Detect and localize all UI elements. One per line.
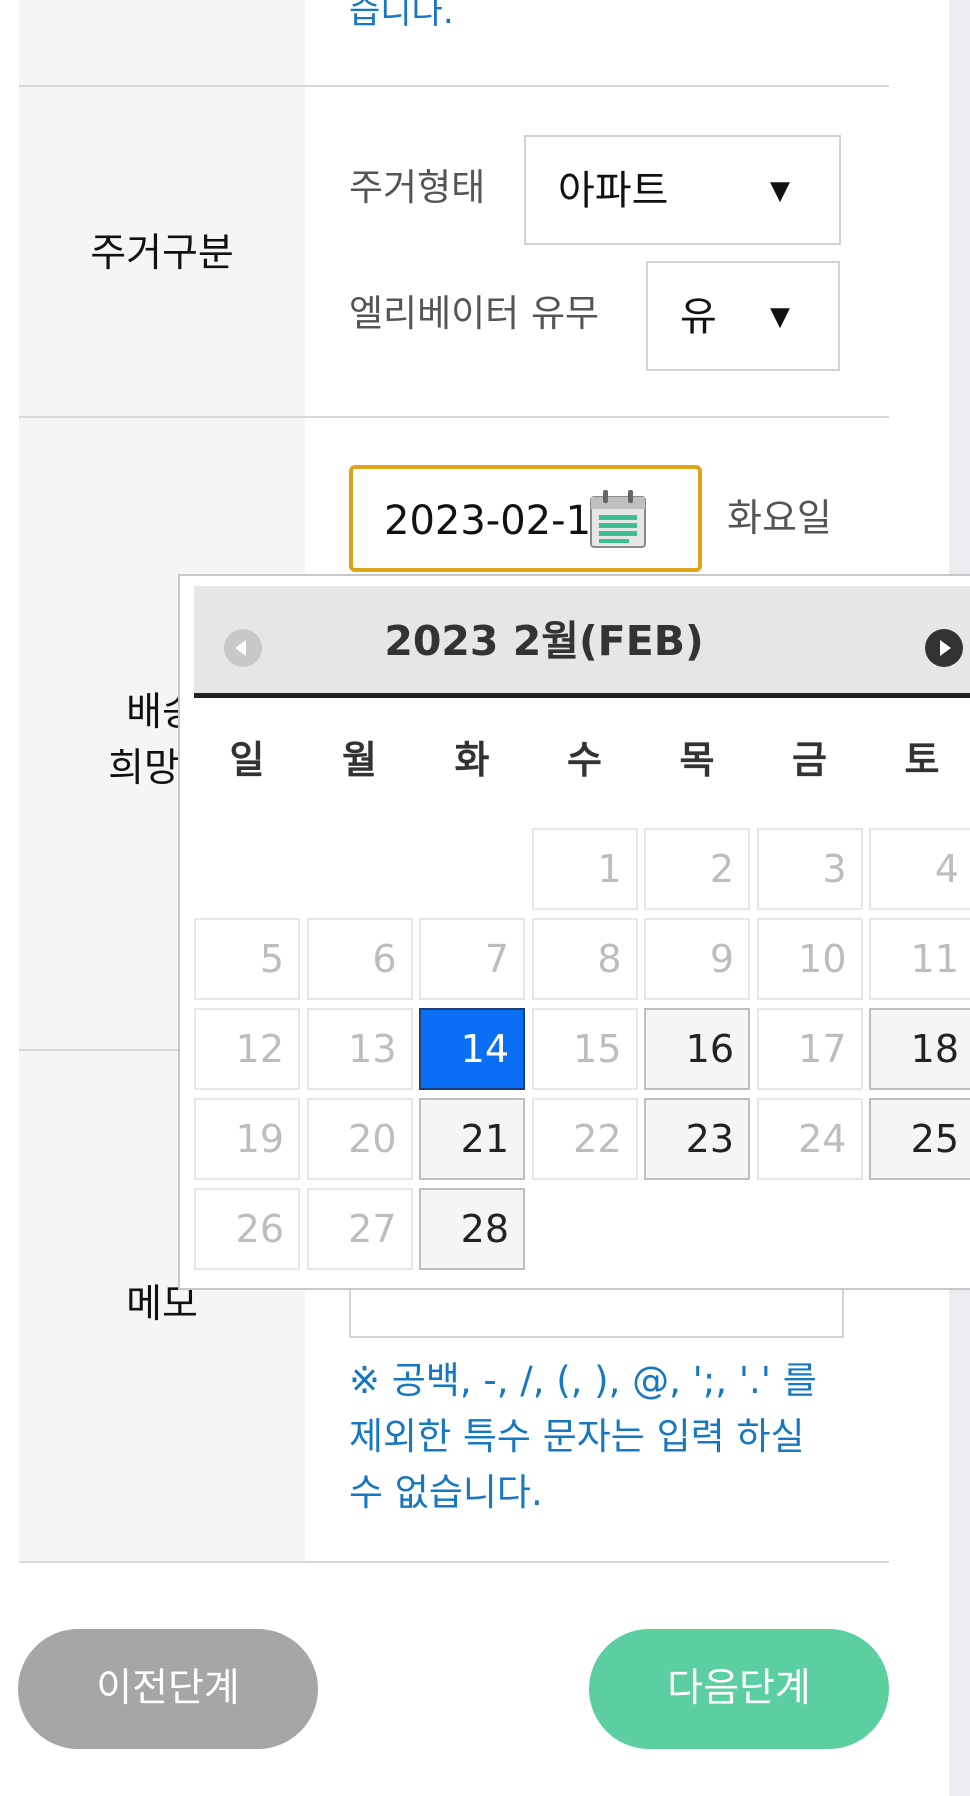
row-divider (19, 1561, 889, 1563)
delivery-date-input[interactable]: 2023-02-14 (349, 465, 702, 572)
calendar-day: 8 (531, 918, 638, 1000)
dropdown-arrow-icon: ▼ (770, 302, 790, 332)
calendar-day: 2 (644, 828, 750, 910)
calendar-day: 10 (756, 918, 863, 1000)
prev-step-button[interactable]: 이전단계 (18, 1629, 318, 1749)
dropdown-arrow-icon: ▼ (770, 176, 790, 206)
calendar-day: 17 (756, 1008, 863, 1090)
weekday-header: 월 (342, 738, 377, 782)
calendar-day: 20 (306, 1098, 413, 1180)
calendar-day-selected[interactable]: 14 (419, 1008, 525, 1090)
calendar-day: 11 (869, 918, 970, 1000)
calendar-day[interactable]: 23 (644, 1098, 750, 1180)
calendar-day: 9 (644, 918, 750, 1000)
calendar-day[interactable]: 21 (419, 1098, 525, 1180)
next-month-icon[interactable] (925, 629, 963, 667)
elevator-select[interactable]: 유 ▼ (646, 261, 840, 371)
calendar-day: 19 (194, 1098, 300, 1180)
calendar-day: 27 (306, 1188, 413, 1270)
memo-notice-text: ※ 공백, -, /, (, ), @, ';, '.' 를 제외한 특수 문자… (349, 1359, 817, 1514)
weekday-header: 목 (679, 738, 715, 782)
calendar-day: 12 (194, 1008, 300, 1090)
weekday-header: 일 (229, 738, 265, 782)
datepicker-popup: 2023 2월(FEB) 일월화수목금토 1 2 3 4 5 6 7 8 9 10 11 12 13 14… (178, 574, 970, 1290)
calendar-icon[interactable] (589, 489, 647, 549)
calendar-day[interactable]: 25 (869, 1098, 970, 1180)
calendar-day[interactable]: 28 (419, 1188, 525, 1270)
weekday-header: 화 (454, 738, 490, 782)
calendar-day: 7 (419, 918, 525, 1000)
residence-type-value: 아파트 (558, 168, 669, 214)
elevator-value: 유 (680, 294, 717, 340)
memo-textarea[interactable] (349, 1285, 844, 1338)
calendar-day: 6 (306, 918, 413, 1000)
next-step-button[interactable]: 다음단계 (589, 1629, 889, 1749)
residence-type-label: 주거형태 (349, 166, 486, 209)
notice-text-top: 습니다. (349, 0, 454, 32)
calendar-day: 3 (756, 828, 863, 910)
datepicker-title: 2023 2월(FEB) (384, 617, 704, 665)
calendar-day[interactable]: 18 (869, 1008, 970, 1090)
datepicker-header: 2023 2월(FEB) (194, 586, 970, 698)
row-divider (19, 85, 889, 87)
calendar-day: 4 (869, 828, 970, 910)
calendar-day: 15 (531, 1008, 638, 1090)
residence-row-label: 주거구분 (90, 231, 234, 276)
weekday-header: 토 (904, 738, 940, 782)
calendar-day: 24 (756, 1098, 863, 1180)
calendar-day[interactable]: 16 (644, 1008, 750, 1090)
row-divider (19, 416, 889, 418)
calendar-day: 22 (531, 1098, 638, 1180)
elevator-label: 엘리베이터 유무 (349, 292, 600, 335)
calendar-day: 13 (306, 1008, 413, 1090)
calendar-day: 26 (194, 1188, 300, 1270)
weekday-header: 수 (567, 738, 602, 782)
delivery-date-value: 2023-02-14 (384, 498, 617, 544)
residence-type-select[interactable]: 아파트 ▼ (524, 135, 841, 245)
calendar-day: 1 (531, 828, 638, 910)
delivery-weekday: 화요일 (727, 496, 832, 540)
weekday-header: 금 (792, 738, 827, 782)
calendar-day: 5 (194, 918, 300, 1000)
